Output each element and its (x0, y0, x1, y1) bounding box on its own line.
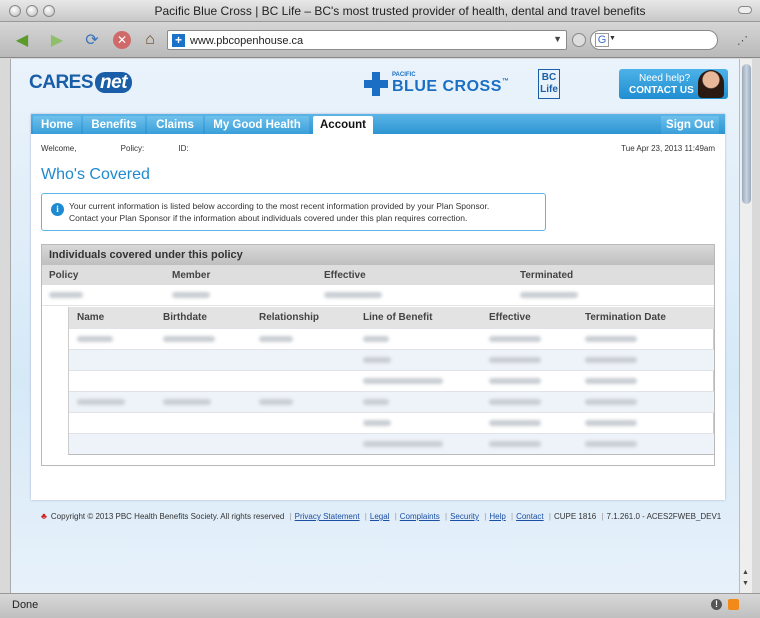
status-bar: Done ! (0, 593, 760, 618)
caresnet-logo[interactable]: CARES net (29, 72, 133, 94)
vertical-scrollbar[interactable]: ▲ ▼ (739, 59, 752, 593)
version-label: 7.1.261.0 - ACES2FWEB_DEV1 (606, 512, 722, 521)
cupe-label: CUPE 1816 (553, 512, 597, 521)
complaints-link[interactable]: Complaints (400, 512, 440, 521)
policy-table-header: Policy Member Effective Terminated (42, 265, 714, 285)
page-footer: ♣ Copyright © 2013 PBC Health Benefits So… (41, 511, 722, 521)
support-agent-avatar (698, 70, 724, 98)
go-button[interactable] (572, 33, 586, 47)
browser-toolbar: ◀ ▶ ⟳ ✕ ⌂ + www.pbcopenhouse.ca ▼ G ▼ ⋰ (0, 22, 760, 58)
panel-title: Individuals covered under this policy (42, 245, 714, 265)
arrow-right-icon: ▶ (50, 32, 64, 49)
info-icon: i (51, 203, 64, 216)
window-titlebar: Pacific Blue Cross | BC Life – BC's most… (0, 0, 760, 22)
search-engine-icon[interactable]: G (595, 33, 609, 47)
table-row (69, 328, 714, 349)
search-input[interactable]: G ▼ (590, 30, 718, 50)
stop-button[interactable]: ✕ (110, 29, 134, 51)
main-content: Home Benefits Claims My Good Health Acco… (31, 114, 725, 500)
help-link[interactable]: Help (489, 512, 505, 521)
policy-row (42, 285, 714, 306)
chevron-down-icon[interactable]: ▼ (553, 34, 562, 44)
window-title: Pacific Blue Cross | BC Life – BC's most… (154, 4, 646, 18)
table-row (69, 349, 714, 370)
zoom-window-button[interactable] (43, 5, 55, 17)
home-icon: ⌂ (145, 31, 155, 48)
current-datetime: Tue Apr 23, 2013 11:49am (621, 144, 715, 153)
reload-button[interactable]: ⟳ (80, 29, 104, 51)
blue-cross-icon (364, 72, 388, 96)
forward-button[interactable]: ▶ (45, 29, 69, 51)
coverage-panel: Individuals covered under this policy Po… (41, 244, 715, 466)
tab-home[interactable]: Home (33, 116, 81, 134)
bclife-logo[interactable]: BC Life (538, 69, 560, 99)
url-text: www.pbcopenhouse.ca (190, 35, 304, 47)
tab-my-good-health[interactable]: My Good Health (205, 116, 309, 134)
address-bar[interactable]: + www.pbcopenhouse.ca ▼ (167, 30, 567, 50)
contact-link[interactable]: Contact (516, 512, 544, 521)
reload-icon: ⟳ (85, 32, 99, 49)
sign-out-button[interactable]: Sign Out (661, 116, 719, 134)
close-window-button[interactable] (9, 5, 21, 17)
page-viewport: CARES net PACIFIC BLUE CROSS™ BC Life Nee… (10, 59, 739, 593)
status-text: Done (12, 599, 39, 611)
main-nav: Home Benefits Claims My Good Health Acco… (31, 114, 725, 134)
toolbar-toggle-button[interactable] (738, 6, 752, 14)
bookmarks-icon[interactable]: ⋰ (737, 34, 748, 47)
minimize-window-button[interactable] (26, 5, 38, 17)
rss-feed-icon[interactable] (728, 599, 739, 610)
members-table-header: Name Birthdate Relationship Line of Bene… (69, 307, 714, 328)
info-notice: i Your current information is listed bel… (41, 193, 546, 231)
chevron-down-icon[interactable]: ▼ (609, 35, 616, 42)
table-row (69, 391, 714, 412)
privacy-statement-link[interactable]: Privacy Statement (295, 512, 360, 521)
tab-benefits[interactable]: Benefits (83, 116, 145, 134)
tab-claims[interactable]: Claims (147, 116, 203, 134)
table-row (69, 412, 714, 433)
table-row (69, 433, 714, 454)
arrow-left-icon: ◀ (15, 32, 29, 49)
page-title: Who's Covered (41, 166, 150, 183)
table-row (69, 370, 714, 391)
home-button[interactable]: ⌂ (138, 29, 162, 51)
members-table: Name Birthdate Relationship Line of Bene… (68, 307, 714, 455)
scrollbar-thumb[interactable] (742, 64, 751, 204)
pbc-logo[interactable]: BLUE CROSS™ (392, 78, 509, 96)
back-button[interactable]: ◀ (10, 29, 34, 51)
site-favicon-icon: + (172, 34, 185, 47)
contact-us-button[interactable]: Need help? CONTACT US (619, 69, 728, 99)
alert-icon[interactable]: ! (711, 599, 722, 610)
scroll-down-icon[interactable]: ▼ (742, 580, 749, 587)
scroll-up-icon[interactable]: ▲ (742, 569, 749, 576)
legal-link[interactable]: Legal (370, 512, 390, 521)
security-link[interactable]: Security (450, 512, 479, 521)
copyright-text: Copyright © 2013 PBC Health Benefits Soc… (50, 512, 285, 521)
welcome-row: Welcome, Policy: ID: (41, 144, 189, 153)
maple-leaf-icon: ♣ (41, 511, 47, 521)
stop-icon: ✕ (113, 31, 131, 49)
tab-account[interactable]: Account (313, 116, 373, 134)
